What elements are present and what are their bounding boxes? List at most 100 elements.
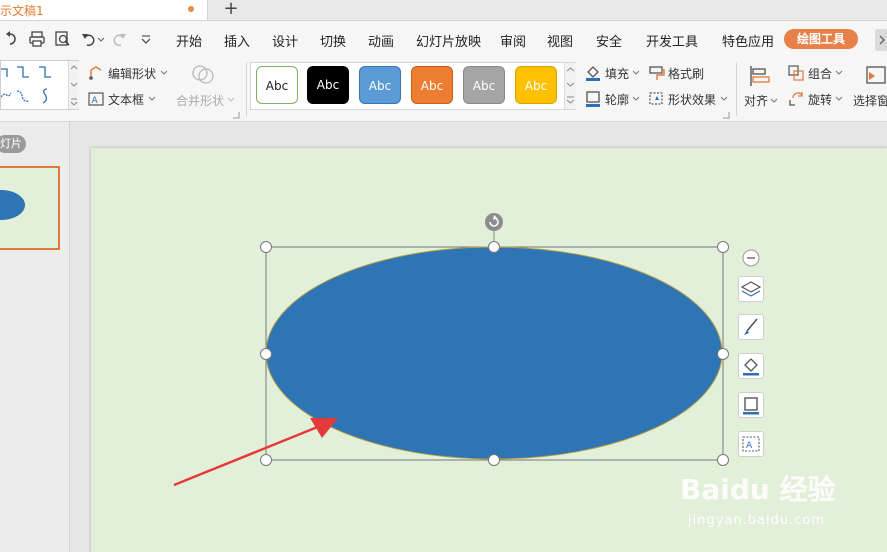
paint-bucket-icon: [743, 358, 759, 376]
slide-thumbnail[interactable]: [0, 166, 60, 250]
print-icon[interactable]: [28, 30, 46, 48]
gallery-more-icon: [566, 67, 575, 104]
format-painter-label: 格式刷: [668, 67, 705, 81]
resize-handle[interactable]: [717, 454, 729, 466]
collapse-icon[interactable]: [742, 249, 760, 267]
watermark-url: jingyan.baidu.com: [688, 513, 825, 528]
group-launcher-icon[interactable]: [722, 111, 730, 119]
tab-transitions[interactable]: 切换: [320, 31, 346, 50]
style-preset-yellow[interactable]: Abc: [515, 66, 557, 104]
text-box-icon: A: [742, 436, 760, 452]
new-tab-button[interactable]: +: [220, 0, 242, 20]
text-box-icon: A: [88, 92, 104, 106]
selection-pane-button[interactable]: 选择窗: [853, 62, 887, 110]
tab-animations[interactable]: 动画: [368, 31, 394, 50]
layers-icon: [740, 281, 762, 297]
undo-icon[interactable]: [80, 30, 104, 48]
redo-icon[interactable]: [112, 30, 128, 48]
edit-shape-icon: [89, 66, 102, 80]
outline-label: 轮廓: [605, 93, 630, 107]
annotation-arrow: [173, 418, 338, 487]
dropdown-arrow-icon: [160, 70, 168, 75]
customize-toolbar-icon[interactable]: [140, 30, 152, 48]
paint-bucket-icon: [586, 66, 600, 81]
style-preset-blue[interactable]: Abc: [359, 66, 401, 104]
style-preset-orange[interactable]: Abc: [411, 66, 453, 104]
text-wrap-button[interactable]: A: [738, 431, 764, 457]
document-tab[interactable]: 示文稿1: [0, 0, 208, 20]
group-label: 组合: [808, 67, 833, 81]
connector-shapes-icon: [0, 66, 51, 104]
tab-slideshow[interactable]: 幻灯片放映: [416, 31, 481, 50]
svg-text:A: A: [92, 96, 99, 106]
resize-handle[interactable]: [488, 454, 500, 466]
style-preset-black[interactable]: Abc: [307, 66, 349, 104]
rotate-icon: [789, 92, 803, 106]
edit-shape-label: 编辑形状: [108, 67, 157, 81]
slides-panel-tab[interactable]: 灯片: [0, 135, 26, 153]
resize-handle[interactable]: [260, 348, 272, 360]
selection-pane-label: 选择窗: [853, 94, 887, 108]
tab-view[interactable]: 视图: [547, 31, 573, 50]
dropdown-arrow-icon: [148, 96, 156, 101]
tab-review[interactable]: 审阅: [500, 31, 526, 50]
ribbon-separator: [736, 62, 737, 116]
align-label: 对齐: [744, 94, 769, 108]
align-icon: [750, 66, 770, 86]
style-gallery-scroll[interactable]: [564, 63, 576, 109]
tab-home[interactable]: 开始: [176, 31, 202, 50]
thumbnail-ellipse-preview: [0, 190, 25, 220]
fill-label: 填充: [605, 67, 630, 81]
tab-security[interactable]: 安全: [596, 31, 622, 50]
group-icon: [788, 65, 804, 81]
tab-developer[interactable]: 开发工具: [646, 31, 698, 50]
outline-icon: [743, 397, 759, 415]
redo-shape-icon[interactable]: [4, 30, 20, 48]
tab-drawing-tools[interactable]: 绘图工具: [784, 29, 858, 49]
merge-shapes-button[interactable]: 合并形状: [176, 62, 235, 110]
dropdown-arrow-icon: [720, 96, 728, 101]
resize-handle[interactable]: [717, 241, 729, 253]
ribbon-more-button[interactable]: [875, 29, 887, 51]
resize-handle[interactable]: [488, 241, 500, 253]
shape-gallery[interactable]: [0, 60, 79, 110]
shape-fill-button[interactable]: [738, 353, 764, 379]
svg-text:A: A: [746, 441, 753, 451]
dropdown-arrow-icon: [770, 98, 778, 103]
resize-handle[interactable]: [717, 348, 729, 360]
dropdown-arrow-icon: [835, 70, 843, 75]
dropdown-arrow-icon: [632, 70, 640, 75]
shape-effects-icon: [649, 92, 663, 105]
watermark-logo: Baidu 经验: [680, 473, 836, 506]
selection-pane-icon: [866, 66, 886, 84]
unsaved-indicator-dot: [188, 6, 194, 12]
merge-shapes-label: 合并形状: [176, 94, 225, 108]
resize-handle[interactable]: [260, 241, 272, 253]
format-painter-icon: [649, 66, 665, 80]
layer-order-button[interactable]: [738, 276, 764, 302]
shape-effects-label: 形状效果: [668, 93, 717, 107]
quick-style-button[interactable]: [738, 314, 764, 340]
print-preview-icon[interactable]: [54, 30, 72, 48]
gallery-scroll-arrows-icon: [70, 65, 78, 106]
style-preset-gray[interactable]: Abc: [463, 66, 505, 104]
group-launcher-icon[interactable]: [232, 111, 240, 119]
tab-special-apps[interactable]: 特色应用: [722, 31, 774, 50]
text-box-label: 文本框: [108, 93, 145, 107]
ribbon-separator: [246, 62, 247, 116]
brush-icon: [744, 318, 758, 335]
document-tab-title: 示文稿1: [0, 4, 44, 18]
rotate-label: 旋转: [808, 93, 833, 107]
merge-shapes-icon: [192, 65, 214, 84]
dropdown-arrow-icon: [835, 96, 843, 101]
align-button[interactable]: 对齐: [742, 62, 778, 110]
shape-gallery-scroll[interactable]: [68, 61, 79, 109]
rotation-handle[interactable]: [485, 213, 503, 231]
tab-insert[interactable]: 插入: [224, 31, 250, 50]
style-preset-outline-green[interactable]: Abc: [256, 66, 298, 104]
shape-outline-button[interactable]: [738, 392, 764, 418]
dropdown-arrow-icon: [227, 97, 235, 102]
outline-icon: [586, 91, 600, 107]
tab-design[interactable]: 设计: [272, 31, 298, 50]
dropdown-arrow-icon: [632, 96, 640, 101]
